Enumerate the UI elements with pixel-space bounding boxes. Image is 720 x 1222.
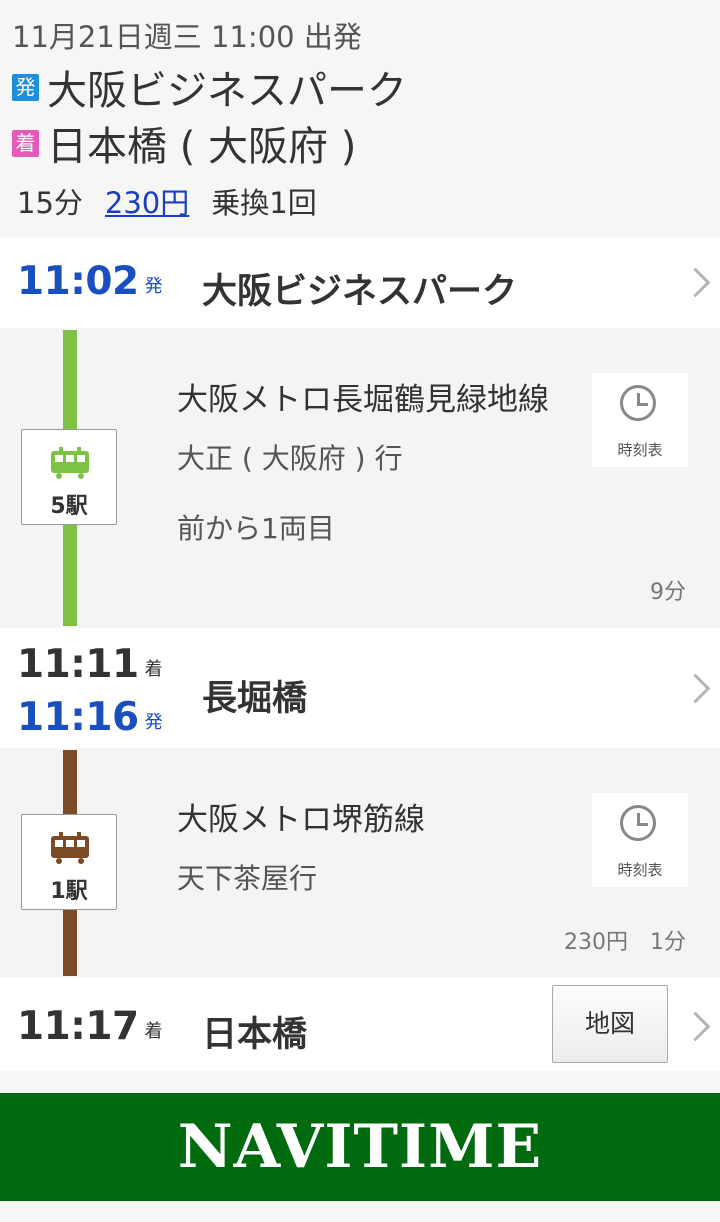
timetable-label: 時刻表 [617, 441, 663, 459]
time-suffix: 着 [144, 659, 163, 680]
chevron-right-icon [680, 267, 711, 298]
stop-count-box: 5駅 [21, 429, 117, 525]
arrival-row: 着 日本橋 ( 大阪府 ) [12, 114, 356, 172]
arrival-station: 日本橋 ( 大阪府 ) [47, 124, 357, 170]
station-row-arrival[interactable]: 11:17 着 日本橋 地図 [0, 978, 720, 1071]
time-value: 11:17 [17, 1004, 139, 1049]
map-button[interactable]: 地図 [552, 985, 668, 1063]
route-summary-header: 11月21日週三 11:00 出発 発 大阪ビジネスパーク 着 日本橋 ( 大阪… [0, 0, 720, 235]
arrival-time: 11:17 着 [17, 1004, 163, 1049]
segment-duration: 9分 [650, 580, 686, 605]
time-suffix: 発 [144, 712, 163, 733]
departure-datetime: 11月21日週三 11:00 出発 [12, 20, 362, 54]
stop-count-box: 1駅 [21, 814, 117, 910]
departure-time: 11:16 発 [17, 695, 163, 740]
line-segment: 1駅 大阪メトロ堺筋線 天下茶屋行 230円 1分 時刻表 [0, 750, 720, 976]
route-summary: 15分 230円 乗換1回 [17, 180, 339, 222]
chevron-right-icon [680, 673, 711, 704]
stop-count: 5駅 [50, 494, 88, 519]
time-value: 11:02 [17, 259, 139, 304]
transfer-count: 乗換1回 [211, 186, 317, 220]
train-icon [51, 832, 89, 864]
station-row-departure[interactable]: 11:02 発 大阪ビジネスパーク [0, 237, 720, 328]
departure-row: 発 大阪ビジネスパーク [12, 58, 407, 116]
destination: 大正 ( 大阪府 ) 行 [177, 442, 403, 475]
navitime-banner[interactable]: NAVITIME [0, 1093, 720, 1201]
destination: 天下茶屋行 [177, 862, 318, 895]
line-name: 大阪メトロ長堀鶴見緑地線 [177, 382, 549, 418]
fare-link[interactable]: 230円 [105, 180, 189, 222]
time-suffix: 発 [144, 276, 163, 297]
time-value: 11:11 [17, 642, 139, 687]
departure-station: 大阪ビジネスパーク [47, 68, 407, 114]
departure-time: 11:02 発 [17, 259, 163, 304]
segment-fare-duration: 230円 1分 [564, 930, 686, 955]
station-name: 日本橋 [202, 1015, 308, 1055]
total-duration: 15分 [17, 186, 83, 220]
car-position: 前から1両目 [177, 512, 335, 545]
train-icon [51, 447, 89, 479]
timetable-button[interactable]: 時刻表 [592, 793, 688, 887]
time-value: 11:16 [17, 695, 139, 740]
stop-count: 1駅 [50, 879, 88, 904]
chevron-right-icon [680, 1011, 711, 1042]
station-row-transfer[interactable]: 11:11 着 11:16 発 長堀橋 [0, 628, 720, 748]
timetable-button[interactable]: 時刻表 [592, 373, 688, 467]
station-name: 大阪ビジネスパーク [202, 272, 518, 312]
arrival-tag: 着 [12, 129, 39, 157]
line-name: 大阪メトロ堺筋線 [177, 802, 425, 838]
arrival-time: 11:11 着 [17, 642, 163, 687]
departure-tag: 発 [12, 73, 39, 101]
station-name: 長堀橋 [202, 679, 308, 719]
navitime-logo: NAVITIME [177, 1112, 543, 1182]
timetable-label: 時刻表 [617, 861, 663, 879]
clock-icon [620, 385, 656, 421]
time-suffix: 着 [144, 1021, 163, 1042]
clock-icon [620, 805, 656, 841]
line-segment: 5駅 大阪メトロ長堀鶴見緑地線 大正 ( 大阪府 ) 行 前から1両目 9分 時… [0, 330, 720, 626]
